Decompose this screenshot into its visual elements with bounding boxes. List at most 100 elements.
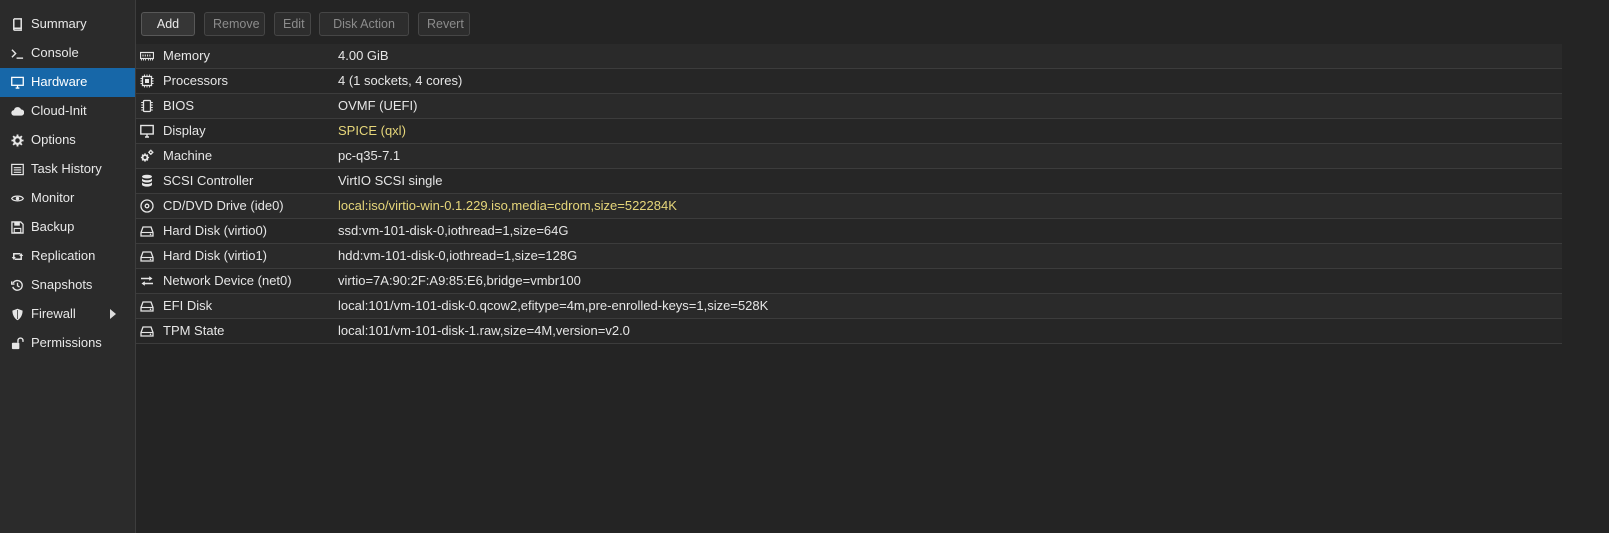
remove-button[interactable]: Remove [204,12,265,36]
hardware-name-cell: Network Device (net0) [163,273,292,288]
desktop-icon [10,75,24,89]
retweet-icon [10,249,24,263]
hardware-name-cell: Display [163,123,206,138]
table-row[interactable]: EFI Disk local:101/vm-101-disk-0.qcow2,ef… [136,294,1562,319]
cdrom-icon [140,199,154,213]
sidebar-item-firewall[interactable]: Firewall [0,300,135,329]
exchange-icon [140,274,154,288]
add-button-label: Add [156,17,180,31]
revert-button[interactable]: Revert [418,12,470,36]
eye-icon [10,191,24,205]
cpu-icon [140,74,154,88]
memory-icon [140,49,154,63]
sidebar-item-label: Replication [31,248,96,263]
cogs-icon [140,149,154,163]
hardware-name-cell: Processors [163,73,229,88]
disk-action-button-label: Disk Action [333,17,395,31]
hardware-name-cell: SCSI Controller [163,173,254,188]
sidebar-item-options[interactable]: Options [0,126,135,155]
hardware-name-cell: Hard Disk (virtio0) [163,223,268,238]
remove-button-label: Remove [213,17,260,31]
table-row[interactable]: CD/DVD Drive (ide0) local:iso/virtio-win-… [136,194,1562,219]
table-row[interactable]: SCSI Controller VirtIO SCSI single [136,169,1562,194]
revert-button-label: Revert [427,17,464,31]
floppy-icon [10,220,24,234]
sidebar-item-label: Permissions [31,335,102,350]
grid-empty-area [1562,44,1609,533]
gear-icon [10,133,24,147]
hardware-grid: Memory 4.00 GiB Processors 4 (1 sockets, 4 … [136,44,1562,344]
sidebar-item-console[interactable]: Console [0,39,135,68]
sidebar-item-cloud-init[interactable]: Cloud-Init [0,97,135,126]
sidebar-item-backup[interactable]: Backup [0,213,135,242]
book-icon [10,17,24,31]
hardware-value-cell: 4 (1 sockets, 4 cores) [338,73,463,88]
terminal-icon [10,46,24,60]
table-row[interactable]: BIOS OVMF (UEFI) [136,94,1562,119]
hardware-value-cell-pending: SPICE (qxl) [332,119,416,143]
sidebar-item-label: Console [31,45,79,60]
hardware-value-cell: local:101/vm-101-disk-0.qcow2,efitype=4m… [338,298,769,313]
table-row[interactable]: Hard Disk (virtio1) hdd:vm-101-disk-0,iot… [136,244,1562,269]
cloud-icon [10,104,24,118]
add-button[interactable]: Add [141,12,195,50]
table-row[interactable]: TPM State local:101/vm-101-disk-1.raw,siz… [136,319,1562,344]
sidebar-item-label: Monitor [31,190,75,205]
sidebar-nav: Summary Console Hardware Cloud-Init Options T… [0,0,135,358]
hardware-name-cell: Hard Disk (virtio1) [163,248,268,263]
table-row[interactable]: Machine pc-q35-7.1 [136,144,1562,169]
hdd-icon [140,249,154,263]
hardware-value-cell: 4.00 GiB [338,48,389,63]
hardware-value-cell-pending: local:iso/virtio-win-0.1.229.iso,media=c… [332,194,687,218]
hardware-value-cell: local:101/vm-101-disk-1.raw,size=4M,vers… [338,323,630,338]
hardware-value-cell: OVMF (UEFI) [338,98,418,113]
sidebar-item-label: Firewall [31,306,76,321]
sidebar-item-label: Snapshots [31,277,93,292]
vm-config-sidebar: Summary Console Hardware Cloud-Init Options T… [0,0,136,533]
sidebar-item-hardware[interactable]: Hardware [0,68,135,97]
hdd-icon [140,299,154,313]
disk-action-button[interactable]: Disk Action [319,12,409,50]
hardware-value-cell: pc-q35-7.1 [338,148,401,163]
table-row[interactable]: Display SPICE (qxl) [136,119,1562,144]
sidebar-item-replication[interactable]: Replication [0,242,135,271]
hardware-value-cell: virtio=7A:90:2F:A9:85:E6,bridge=vmbr100 [338,273,581,288]
sidebar-item-label: Summary [31,16,87,31]
sidebar-item-snapshots[interactable]: Snapshots [0,271,135,300]
database-icon [140,174,154,188]
sidebar-item-permissions[interactable]: Permissions [0,329,135,358]
hardware-value-cell: hdd:vm-101-disk-0,iothread=1,size=128G [338,248,578,263]
unlock-icon [10,336,24,350]
hardware-name-cell: Machine [163,148,213,163]
sidebar-item-summary[interactable]: Summary [0,10,135,39]
hdd-icon [140,324,154,338]
edit-button-label: Edit [283,17,305,31]
sidebar-item-monitor[interactable]: Monitor [0,184,135,213]
hardware-name-cell: EFI Disk [163,298,213,313]
table-row[interactable]: Hard Disk (virtio0) ssd:vm-101-disk-0,iot… [136,219,1562,244]
table-row[interactable]: Memory 4.00 GiB [136,44,1562,69]
chip-icon [140,99,154,113]
monitor-icon [140,124,154,138]
shield-icon [10,307,24,321]
sidebar-item-label: Task History [31,161,102,176]
sidebar-item-label: Hardware [31,74,88,89]
expand-arrow-icon[interactable] [110,309,116,319]
sidebar-item-label: Cloud-Init [31,103,87,118]
hardware-name-cell: Memory [163,48,210,63]
hardware-value-cell: VirtIO SCSI single [338,173,443,188]
hardware-toolbar: Add Remove Edit Disk Action Revert [136,12,1609,50]
hdd-icon [140,224,154,238]
sidebar-item-label: Options [31,132,76,147]
history-icon [10,278,24,292]
list-icon [10,162,24,176]
table-row[interactable]: Processors 4 (1 sockets, 4 cores) [136,69,1562,94]
hardware-name-cell: TPM State [163,323,225,338]
hardware-name-cell: BIOS [163,98,195,113]
hardware-panel: Add Remove Edit Disk Action Revert Memor… [136,0,1609,533]
edit-button[interactable]: Edit [274,12,311,36]
sidebar-item-task-history[interactable]: Task History [0,155,135,184]
hardware-name-cell: CD/DVD Drive (ide0) [163,198,284,213]
hardware-value-cell: ssd:vm-101-disk-0,iothread=1,size=64G [338,223,569,238]
table-row[interactable]: Network Device (net0) virtio=7A:90:2F:A9:… [136,269,1562,294]
